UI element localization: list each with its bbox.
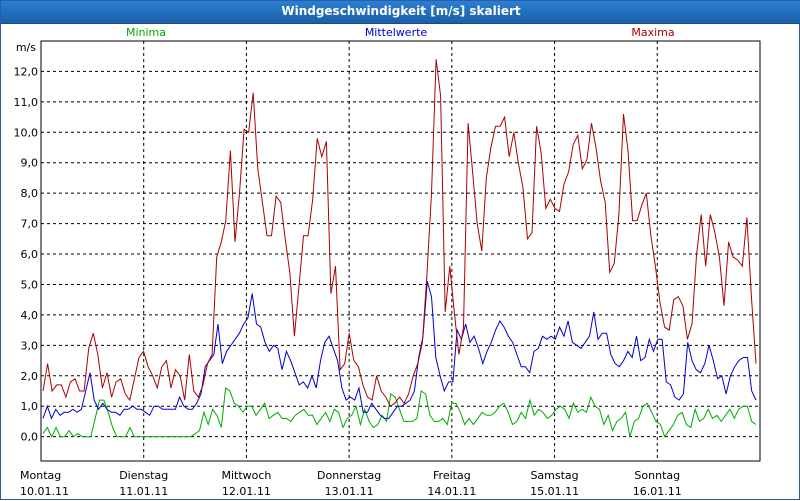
y-tick-label: 8,0 (21, 187, 39, 200)
x-tick-day: Montag (20, 469, 61, 482)
y-tick-label: 5,0 (21, 278, 39, 291)
x-tick-day: Dienstag (119, 469, 168, 482)
legend-maxima: Maxima (631, 26, 674, 39)
x-tick-date: 13.01.11 (325, 485, 374, 498)
y-tick-label: 10,0 (14, 126, 39, 139)
x-tick-date: 11.01.11 (119, 485, 168, 498)
x-tick-day: Samstag (530, 469, 578, 482)
y-tick-label: 11,0 (14, 96, 39, 109)
series-line-maxima (42, 59, 757, 407)
y-tick-label: 4,0 (21, 309, 39, 322)
x-tick-day: Donnerstag (317, 469, 381, 482)
x-axis-ticks: Montag 10.01.11 Dienstag 11.01.11 Mittwoch 12… (20, 469, 682, 498)
legend-minima: Minima (126, 26, 166, 39)
x-tick-day: Sonntag (634, 469, 680, 482)
x-tick-day: Mittwoch (221, 469, 271, 482)
y-tick-label: 3,0 (21, 339, 39, 352)
y-axis-label: m/s (16, 41, 36, 54)
x-tick-day: Freitag (433, 469, 471, 482)
x-tick-date: 12.01.11 (222, 485, 271, 498)
y-tick-label: 7,0 (21, 218, 39, 231)
y-axis-ticks: 0,0 1,0 2,0 3,0 4,0 5,0 6,0 7,0 8,0 9,0 10,0 11,0 12… (14, 65, 39, 443)
x-tick-date: 10.01.11 (20, 485, 69, 498)
x-tick-date: 14.01.11 (427, 485, 476, 498)
y-tick-label: 0,0 (21, 431, 39, 444)
y-tick-label: 6,0 (21, 248, 39, 261)
y-tick-label: 1,0 (21, 400, 39, 413)
x-tick-date: 15.01.11 (530, 485, 579, 498)
y-tick-label: 12,0 (14, 65, 39, 78)
line-chart: 0,0 1,0 2,0 3,0 4,0 5,0 6,0 7,0 8,0 9,0 10,0 11,0 12… (14, 26, 761, 498)
x-tick-date: 16.01.11 (633, 485, 682, 498)
series-line-minima (42, 387, 757, 438)
y-tick-label: 2,0 (21, 370, 39, 383)
chart-window: Windgeschwindigkeit [m/s] skaliert 0,0 1,… (0, 0, 800, 500)
series-lines (42, 59, 757, 438)
y-tick-label: 9,0 (21, 157, 39, 170)
legend-mittelwerte: Mittelwerte (365, 26, 428, 39)
